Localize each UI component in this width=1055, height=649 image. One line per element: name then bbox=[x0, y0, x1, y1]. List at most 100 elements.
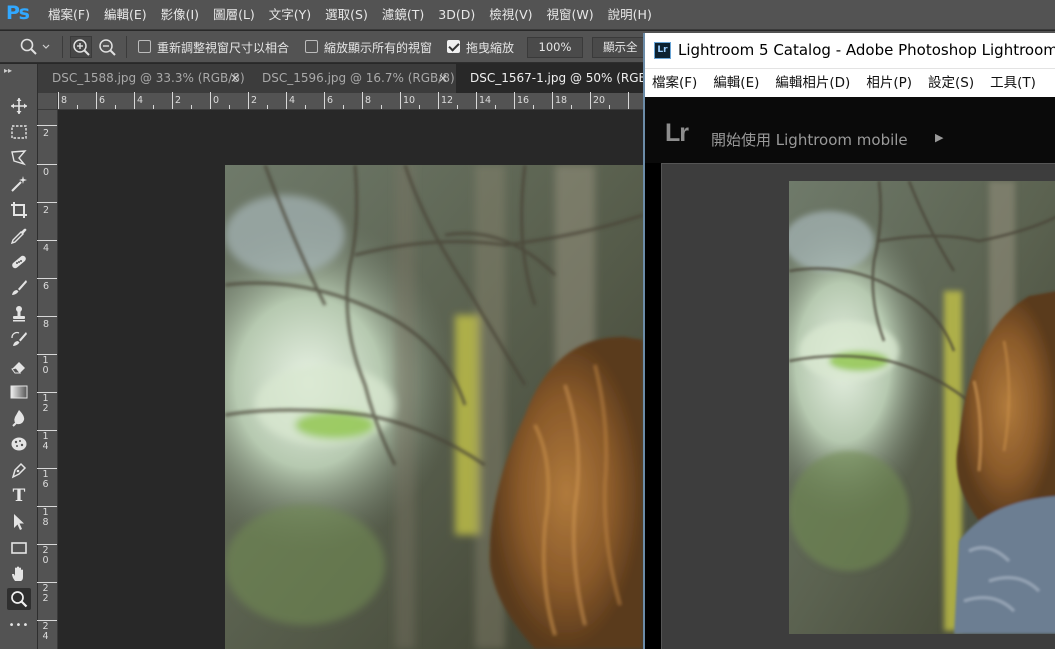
tab-label: DSC_1588.jpg @ 33.3% (RGB/8) bbox=[52, 71, 245, 85]
healing-brush-tool-icon[interactable] bbox=[7, 251, 31, 273]
ruler-h-label: 18 bbox=[555, 95, 568, 106]
zoom-out-icon[interactable] bbox=[98, 38, 116, 56]
ruler-v-label: 4 bbox=[42, 243, 50, 254]
clone-stamp-tool-icon[interactable] bbox=[7, 303, 31, 325]
ps-menu-layer[interactable]: 圖層(L) bbox=[213, 0, 255, 30]
tab-label: DSC_1596.jpg @ 16.7% (RGB/8) bbox=[262, 71, 455, 85]
lr-title-bar[interactable]: Lr Lightroom 5 Catalog - Adobe Photoshop… bbox=[645, 33, 1055, 68]
ps-menu-3d[interactable]: 3D(D) bbox=[438, 0, 475, 30]
ruler-h-label: 10 bbox=[403, 95, 416, 106]
tab-dsc-1588[interactable]: DSC_1588.jpg @ 33.3% (RGB/8) × bbox=[38, 64, 248, 93]
ps-menu-image[interactable]: 影像(I) bbox=[161, 0, 199, 30]
lr-menu-bar: 檔案(F) 編輯(E) 編輯相片(D) 相片(P) 設定(S) 工具(T) bbox=[645, 68, 1055, 97]
close-icon[interactable]: × bbox=[438, 64, 448, 93]
hand-tool-icon[interactable] bbox=[7, 563, 31, 585]
lasso-tool-icon[interactable] bbox=[7, 147, 31, 169]
ruler-v-label: 8 bbox=[42, 319, 50, 330]
ps-menu-file[interactable]: 檔案(F) bbox=[48, 0, 90, 30]
lr-logo: Lr bbox=[665, 119, 689, 147]
ruler-h-label: 8 bbox=[365, 95, 372, 106]
brush-tool-icon[interactable] bbox=[7, 277, 31, 299]
panel-grip-icon[interactable]: ▸▸ bbox=[4, 66, 12, 75]
scrubby-zoom-checkbox[interactable] bbox=[447, 40, 460, 53]
zoom-tool-icon[interactable] bbox=[7, 588, 31, 610]
rectangle-tool-icon[interactable] bbox=[7, 537, 31, 559]
lr-menu-develop[interactable]: 編輯相片(D) bbox=[775, 69, 850, 97]
ruler-v-label: 20 bbox=[42, 545, 49, 566]
ps-menu-help[interactable]: 說明(H) bbox=[608, 0, 652, 30]
play-arrow-icon[interactable]: ▶ bbox=[935, 131, 943, 144]
marquee-tool-icon[interactable] bbox=[7, 121, 31, 143]
gradient-tool-icon[interactable] bbox=[7, 381, 31, 403]
blur-tool-icon[interactable] bbox=[7, 407, 31, 429]
pen-tool-icon[interactable] bbox=[7, 459, 31, 481]
ps-photo bbox=[225, 165, 643, 649]
scrubby-zoom-label: 拖曳縮放 bbox=[466, 41, 515, 55]
ruler-v-label: 2 bbox=[42, 128, 50, 139]
ps-tools-panel: ▸▸ T ••• bbox=[0, 64, 38, 649]
ruler-v-label: 12 bbox=[42, 393, 49, 414]
tab-dsc-1596[interactable]: DSC_1596.jpg @ 16.7% (RGB/8) × bbox=[248, 64, 456, 93]
ruler-v-label: 16 bbox=[42, 469, 49, 490]
lr-loupe-view[interactable] bbox=[661, 163, 1055, 649]
ruler-v-label: 22 bbox=[42, 583, 49, 604]
path-selection-tool-icon[interactable] bbox=[7, 511, 31, 533]
tab-label: DSC_1567-1.jpg @ 50% (RGB/8) bbox=[470, 71, 648, 85]
options-separator bbox=[62, 36, 63, 58]
ps-menu-edit[interactable]: 編輯(E) bbox=[104, 0, 147, 30]
zoom-all-windows-checkbox[interactable] bbox=[305, 40, 318, 53]
ruler-h-label: 16 bbox=[517, 95, 530, 106]
more-tools-icon[interactable]: ••• bbox=[7, 614, 31, 636]
resize-windows-checkbox[interactable] bbox=[138, 40, 151, 53]
ps-menu-filter[interactable]: 濾鏡(T) bbox=[382, 0, 424, 30]
ruler-h-label: 4 bbox=[289, 95, 296, 106]
ps-menu-bar: Ps 檔案(F) 編輯(E) 影像(I) 圖層(L) 文字(Y) 選取(S) 濾… bbox=[0, 0, 1055, 30]
lightroom-window: Lr Lightroom 5 Catalog - Adobe Photoshop… bbox=[643, 33, 1055, 649]
lr-menu-tools[interactable]: 工具(T) bbox=[990, 69, 1036, 97]
history-brush-tool-icon[interactable] bbox=[7, 329, 31, 351]
move-tool-icon[interactable] bbox=[7, 95, 31, 117]
ruler-h-label: 12 bbox=[441, 95, 454, 106]
ruler-h-label: 6 bbox=[99, 95, 106, 106]
magic-wand-tool-icon[interactable] bbox=[7, 173, 31, 195]
zoom-all-windows-label: 縮放顯示所有的視窗 bbox=[324, 41, 433, 55]
ps-menu-window[interactable]: 視窗(W) bbox=[547, 0, 594, 30]
ps-menus: 檔案(F) 編輯(E) 影像(I) 圖層(L) 文字(Y) 選取(S) 濾鏡(T… bbox=[48, 0, 666, 30]
ps-document-canvas[interactable] bbox=[59, 111, 643, 649]
ruler-h-label: 6 bbox=[327, 95, 334, 106]
ruler-origin[interactable] bbox=[38, 93, 58, 110]
ps-menu-select[interactable]: 選取(S) bbox=[325, 0, 368, 30]
fit-screen-button[interactable]: 顯示全 bbox=[592, 37, 648, 58]
ps-menu-view[interactable]: 檢視(V) bbox=[489, 0, 532, 30]
lr-menu-file[interactable]: 檔案(F) bbox=[652, 69, 697, 97]
vertical-ruler[interactable]: 2 0 2 4 6 8 10 12 14 16 18 20 22 24 bbox=[37, 110, 58, 649]
zoom-in-icon[interactable] bbox=[70, 36, 92, 58]
sponge-tool-icon[interactable] bbox=[7, 433, 31, 455]
ruler-h-label: 2 bbox=[251, 95, 258, 106]
tab-dsc-1567-1[interactable]: DSC_1567-1.jpg @ 50% (RGB/8) bbox=[456, 64, 648, 93]
ruler-h-label: 4 bbox=[137, 95, 144, 106]
ruler-v-label: 18 bbox=[42, 507, 49, 528]
close-icon[interactable]: × bbox=[230, 64, 240, 93]
lr-menu-edit[interactable]: 編輯(E) bbox=[713, 69, 759, 97]
ruler-v-label: 6 bbox=[42, 281, 50, 292]
lr-identity-plate: Lr 開始使用 Lightroom mobile ▶ bbox=[645, 97, 1055, 163]
lr-menu-settings[interactable]: 設定(S) bbox=[928, 69, 974, 97]
ps-menu-type[interactable]: 文字(Y) bbox=[269, 0, 311, 30]
type-tool-icon[interactable]: T bbox=[7, 485, 31, 507]
ps-document-tabs: DSC_1588.jpg @ 33.3% (RGB/8) × DSC_1596.… bbox=[38, 64, 648, 93]
ps-logo: Ps bbox=[6, 2, 30, 24]
zoom-preset-icon[interactable] bbox=[20, 38, 50, 56]
lightroom-app-icon: Lr bbox=[654, 42, 671, 59]
eraser-tool-icon[interactable] bbox=[7, 355, 31, 377]
horizontal-ruler[interactable]: 8 6 4 2 0 2 4 6 8 10 12 14 16 18 20 bbox=[58, 92, 648, 110]
ruler-v-label: 0 bbox=[42, 167, 50, 178]
ruler-h-label: 14 bbox=[479, 95, 492, 106]
zoom-100-button[interactable]: 100% bbox=[527, 37, 583, 58]
lr-mobile-link[interactable]: 開始使用 Lightroom mobile bbox=[711, 129, 908, 150]
crop-tool-icon[interactable] bbox=[7, 199, 31, 221]
eyedropper-tool-icon[interactable] bbox=[7, 225, 31, 247]
ruler-h-label: 0 bbox=[213, 95, 220, 106]
lr-menu-photo[interactable]: 相片(P) bbox=[866, 69, 912, 97]
ruler-v-label: 14 bbox=[42, 431, 49, 452]
